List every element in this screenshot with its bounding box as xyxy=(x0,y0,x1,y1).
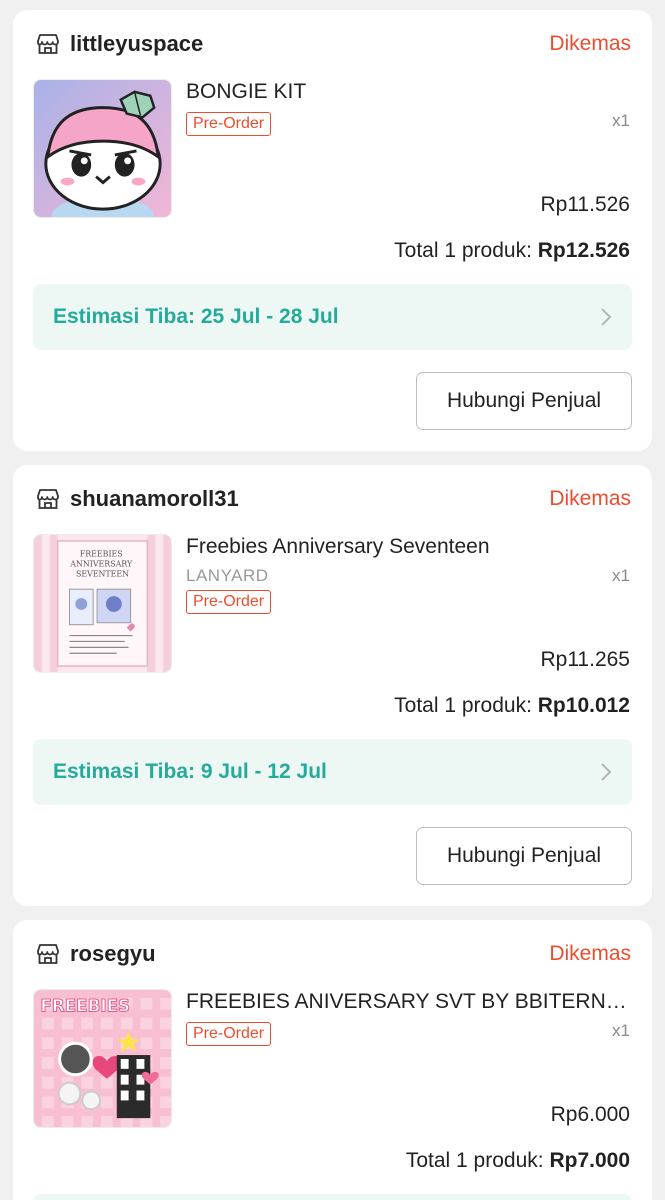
shop-header: shuanamoroll31 Dikemas xyxy=(36,484,631,514)
bongie-image xyxy=(34,80,171,217)
freebies-pink-image: FREEBIES xyxy=(34,990,171,1127)
chevron-right-icon xyxy=(601,763,612,781)
product-price: Rp11.526 xyxy=(540,193,630,216)
estimate-text: Estimasi Tiba: 25 Jul - 28 Jul xyxy=(53,305,339,328)
shop-header: littleyuspace Dikemas xyxy=(36,29,631,59)
product-title[interactable]: Freebies Anniversary Seventeen xyxy=(186,535,630,559)
shop-name[interactable]: littleyuspace xyxy=(70,31,203,57)
product-thumbnail[interactable] xyxy=(33,79,172,218)
product-variant: LANYARD xyxy=(186,566,269,585)
product-title[interactable]: FREEBIES ANIVERSARY SVT BY BBITERNITY xyxy=(186,990,630,1014)
delivery-estimate[interactable] xyxy=(33,1194,632,1200)
estimate-text: Estimasi Tiba: 9 Jul - 12 Jul xyxy=(53,760,327,783)
shop-icon xyxy=(37,34,59,54)
order-total: Total 1 produk: Rp12.526 xyxy=(394,239,630,263)
total-value: Rp12.526 xyxy=(537,239,630,262)
order-status: Dikemas xyxy=(549,487,631,510)
contact-seller-button[interactable]: Hubungi Penjual xyxy=(416,827,632,885)
order-status: Dikemas xyxy=(549,32,631,55)
order-card[interactable]: littleyuspace Dikemas BONGIE KIT Pre-Ord… xyxy=(13,10,652,451)
product-quantity: x1 xyxy=(612,1021,630,1040)
thumbnail-title-text: FREEBIES ANNIVERSARY SEVENTEEN xyxy=(69,550,134,579)
delivery-estimate[interactable]: Estimasi Tiba: 9 Jul - 12 Jul xyxy=(33,739,632,805)
delivery-estimate[interactable]: Estimasi Tiba: 25 Jul - 28 Jul xyxy=(33,284,632,350)
preorder-badge: Pre-Order xyxy=(186,590,272,614)
preorder-badge: Pre-Order xyxy=(186,1022,272,1046)
total-value: Rp10.012 xyxy=(537,694,630,717)
total-label: Total 1 produk: xyxy=(394,694,532,717)
product-thumbnail[interactable]: FREEBIES ANNIVERSARY SEVENTEEN xyxy=(33,534,172,673)
product-thumbnail[interactable]: FREEBIES xyxy=(33,989,172,1128)
product-quantity: x1 xyxy=(612,566,630,585)
order-status: Dikemas xyxy=(549,942,631,965)
order-total: Total 1 produk: Rp7.000 xyxy=(406,1149,630,1173)
total-label: Total 1 produk: xyxy=(394,239,532,262)
order-card[interactable]: rosegyu Dikemas FREEBIES FREEBIES ANIVER… xyxy=(13,920,652,1200)
preorder-badge: Pre-Order xyxy=(186,112,272,136)
order-total: Total 1 produk: Rp10.012 xyxy=(394,694,630,718)
thumbnail-banner-text: FREEBIES xyxy=(40,996,130,1016)
freebies-anniversary-image: FREEBIES ANNIVERSARY SEVENTEEN xyxy=(34,535,171,672)
product-price: Rp11.265 xyxy=(540,648,630,671)
shop-icon xyxy=(37,489,59,509)
shop-name[interactable]: rosegyu xyxy=(70,941,156,967)
shop-name[interactable]: shuanamoroll31 xyxy=(70,486,239,512)
contact-seller-button[interactable]: Hubungi Penjual xyxy=(416,372,632,430)
total-value: Rp7.000 xyxy=(549,1149,630,1172)
product-title[interactable]: BONGIE KIT xyxy=(186,80,630,104)
product-price: Rp6.000 xyxy=(550,1103,630,1126)
order-card[interactable]: shuanamoroll31 Dikemas FREEBIES ANNIVERS… xyxy=(13,465,652,906)
total-label: Total 1 produk: xyxy=(405,1149,544,1172)
shop-icon xyxy=(37,944,59,964)
shop-header: rosegyu Dikemas xyxy=(36,939,631,969)
chevron-right-icon xyxy=(601,308,612,326)
product-quantity: x1 xyxy=(612,111,630,130)
